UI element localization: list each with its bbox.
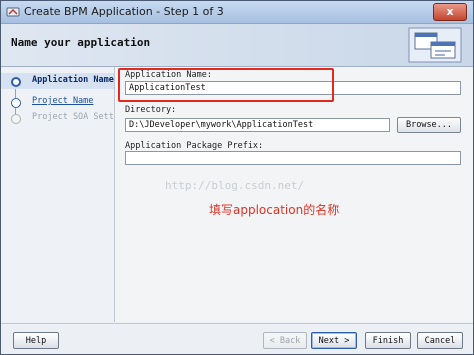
bpm-app-icon (6, 7, 20, 17)
step-application-name[interactable]: Application Name (1, 73, 114, 89)
back-button: < Back (263, 332, 307, 349)
wizard-footer: Help < Back Next > Finish Cancel (1, 323, 473, 354)
finish-button[interactable]: Finish (365, 332, 411, 349)
wizard-steps-panel: Application Name Project Name Project SO… (1, 67, 115, 322)
active-step-icon (11, 77, 21, 87)
step-label: Project SOA Settings (32, 112, 114, 122)
next-button[interactable]: Next > (311, 332, 357, 349)
highlight-box (118, 68, 334, 102)
cancel-button[interactable]: Cancel (417, 332, 463, 349)
title-bar: Create BPM Application - Step 1 of 3 x (1, 1, 473, 24)
package-prefix-label: Application Package Prefix: (125, 141, 264, 151)
page-title: Name your application (11, 36, 151, 49)
package-prefix-input[interactable] (125, 151, 461, 165)
help-button[interactable]: Help (13, 332, 59, 349)
step-icon (11, 98, 21, 108)
directory-input[interactable]: D:\JDeveloper\mywork\ApplicationTest (125, 118, 390, 132)
step-label: Application Name (32, 75, 114, 85)
window-title: Create BPM Application - Step 1 of 3 (24, 5, 224, 18)
disabled-step-icon (11, 114, 21, 124)
form-area: Application Name: ApplicationTest Direct… (115, 67, 473, 322)
step-project-soa-settings: Project SOA Settings (1, 110, 114, 126)
directory-label: Directory: (125, 105, 177, 115)
wizard-graphic-icon (408, 27, 462, 63)
close-button[interactable]: x (433, 3, 467, 21)
watermark-text: http://blog.csdn.net/ (165, 179, 305, 192)
annotation-text: 填写applocation的名称 (209, 203, 340, 217)
create-bpm-application-dialog: Create BPM Application - Step 1 of 3 x N… (0, 0, 474, 355)
step-project-name[interactable]: Project Name (1, 94, 114, 110)
browse-button[interactable]: Browse... (397, 117, 461, 133)
wizard-header: Name your application (1, 24, 473, 67)
step-label: Project Name (32, 96, 94, 106)
